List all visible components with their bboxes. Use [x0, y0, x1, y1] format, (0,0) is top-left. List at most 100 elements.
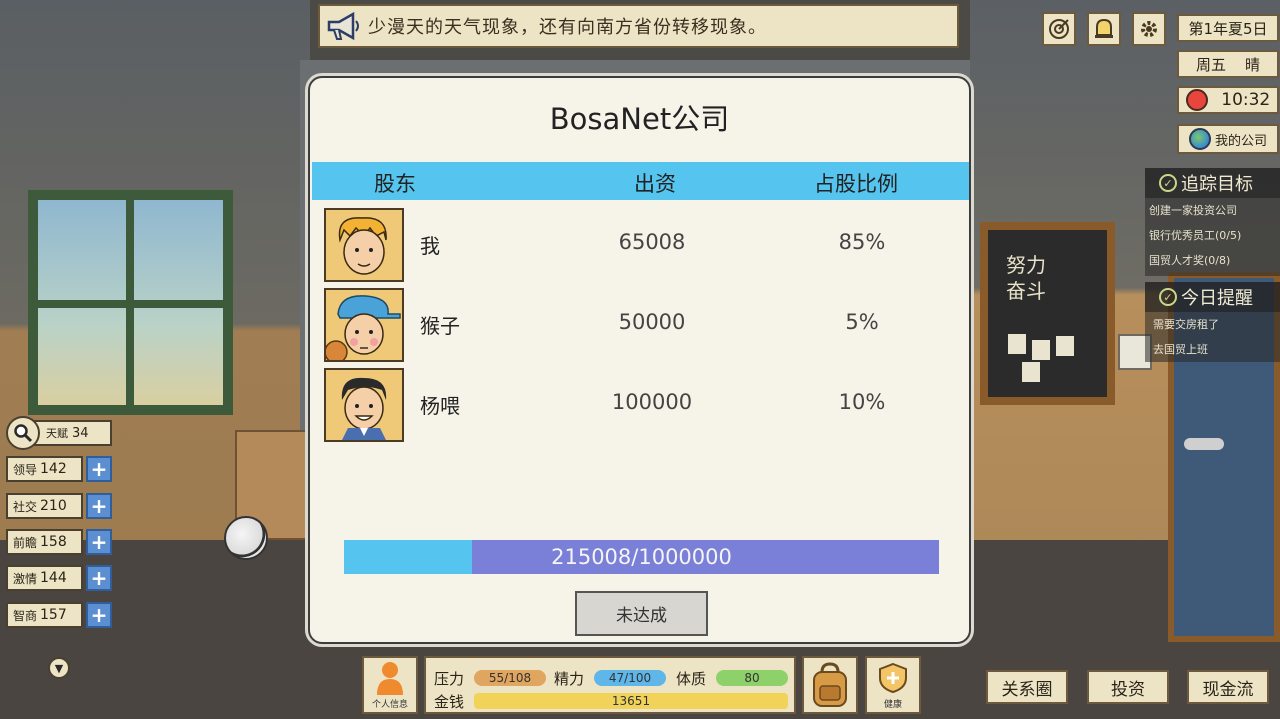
talent-label: 天赋: [46, 427, 68, 440]
shareholder-ratio: 5%: [845, 310, 879, 334]
person-icon: [377, 662, 403, 695]
backpack-button[interactable]: [802, 656, 858, 714]
health-button[interactable]: 健康: [865, 656, 921, 714]
tracking-goals-title: 追踪目标: [1181, 174, 1253, 195]
vitals-panel: 压力 55/108 精力 47/100 体质 80 金钱 13651: [424, 656, 796, 714]
money-label: 金钱: [434, 693, 465, 711]
pressure-label: 压力: [434, 670, 465, 688]
door-handle: [1184, 438, 1224, 450]
shareholder-ratio: 85%: [838, 230, 886, 254]
reminder-item: 去国贸上班: [1153, 343, 1208, 356]
news-text: 少漫天的天气现象，还有向南方省份转移现象。: [368, 17, 767, 38]
motivation-board: 努力 奋斗: [980, 222, 1115, 405]
target-icon: [1049, 19, 1069, 39]
alarm-clock-icon: [1185, 89, 1208, 111]
megaphone-icon: [320, 6, 368, 46]
funding-progress-bar: 215008/1000000: [344, 540, 939, 574]
stat-value: 158: [40, 534, 67, 550]
funding-progress-text: 215008/1000000: [551, 545, 732, 569]
increase-leadership-button[interactable]: +: [86, 456, 112, 482]
shareholder-row: 我 65008 85%: [310, 204, 969, 282]
avatar-yang: [324, 368, 404, 442]
shareholder-row: 杨喂 100000 10%: [310, 364, 969, 442]
gear-icon: [1141, 21, 1157, 37]
stat-label: 激情: [13, 571, 38, 586]
shareholder-capital: 50000: [618, 310, 686, 334]
room-window: [28, 190, 233, 415]
stat-value: 142: [40, 461, 67, 477]
clock-display: 10:32: [1177, 86, 1279, 114]
stat-social: 社交 210 +: [6, 492, 112, 520]
shareholder-name: 杨喂: [420, 394, 460, 418]
relations-button[interactable]: 关系圈: [986, 670, 1068, 704]
stat-passion: 激情 144 +: [6, 564, 112, 592]
increase-passion-button[interactable]: +: [86, 565, 112, 591]
stat-value: 157: [40, 607, 67, 623]
reminder-item: 需要交房租了: [1153, 318, 1219, 331]
stat-iq: 智商 157 +: [6, 601, 112, 629]
header-ratio: 占股比例: [814, 172, 898, 196]
talent-stat[interactable]: 天赋 34: [6, 416, 112, 450]
globe-icon: [1188, 128, 1211, 150]
health-label: 健康: [883, 700, 902, 710]
tracking-goals-panel: ✓ 追踪目标 创建一家投资公司 银行优秀员工(0/5) 国贸人才奖(0/8): [1145, 168, 1280, 276]
chevron-down-icon[interactable]: ▼: [48, 657, 70, 679]
increase-social-button[interactable]: +: [86, 493, 112, 519]
soccer-ball: [224, 516, 268, 560]
news-ticker: 少漫天的天气现象，还有向南方省份转移现象。: [318, 4, 959, 48]
profile-button[interactable]: 个人信息: [362, 656, 418, 714]
increase-foresight-button[interactable]: +: [86, 529, 112, 555]
magnifier-icon: [6, 416, 40, 450]
profile-label: 个人信息: [371, 700, 408, 710]
not-reached-button[interactable]: 未达成: [575, 591, 708, 636]
stat-label: 前瞻: [13, 535, 38, 550]
tracking-goals-header[interactable]: ✓ 追踪目标: [1145, 168, 1280, 198]
physique-pill: 80: [716, 670, 788, 686]
weekday-weather: 周五 晴: [1177, 50, 1279, 78]
pressure-pill: 55/108: [474, 670, 546, 686]
backpack-icon: [813, 662, 847, 707]
today-reminder-title: 今日提醒: [1181, 288, 1253, 309]
weekday-weather-text: 周五 晴: [1195, 55, 1261, 74]
shareholder-capital: 65008: [618, 230, 686, 254]
shareholder-ratio: 10%: [838, 390, 886, 414]
notification-button[interactable]: [1087, 12, 1121, 46]
bell-icon: [1095, 18, 1113, 38]
stat-value: 144: [40, 570, 67, 586]
tracking-goal-item: 国贸人才奖(0/8): [1149, 254, 1231, 267]
stat-value: 210: [40, 498, 67, 514]
avatar-me: [324, 208, 404, 282]
physique-label: 体质: [676, 670, 707, 688]
stat-label: 社交: [13, 499, 38, 514]
energy-label: 精力: [554, 670, 585, 688]
today-reminder-header[interactable]: ✓ 今日提醒: [1145, 282, 1280, 312]
company-title: BosaNet公司: [549, 102, 730, 136]
stat-leadership: 领导 142 +: [6, 455, 112, 483]
settings-button[interactable]: [1132, 12, 1166, 46]
stat-label: 智商: [13, 608, 38, 623]
time-text: 10:32: [1221, 90, 1271, 110]
date-display: 第1年夏5日: [1177, 14, 1279, 42]
my-company-label: 我的公司: [1214, 133, 1267, 149]
cashflow-button[interactable]: 现金流: [1187, 670, 1269, 704]
shareholder-row: 猴子 50000 5%: [310, 284, 969, 362]
board-text: 努力 奋斗: [1006, 253, 1046, 303]
company-shareholders-dialog: BosaNet公司 股东 出资 占股比例 我 65008 85% 猴子 5000…: [308, 76, 971, 644]
header-capital: 出资: [634, 172, 676, 196]
money-value: 13651: [474, 693, 788, 709]
check-icon: ✓: [1159, 288, 1177, 306]
invest-button[interactable]: 投资: [1087, 670, 1169, 704]
tracking-goal-item: 创建一家投资公司: [1149, 204, 1237, 217]
tracking-goal-item: 银行优秀员工(0/5): [1149, 229, 1242, 242]
shareholder-name: 我: [420, 234, 440, 258]
check-icon: ✓: [1159, 174, 1177, 192]
stat-label: 领导: [13, 462, 38, 477]
header-shareholder: 股东: [374, 172, 416, 196]
avatar-monkey: [324, 288, 404, 362]
today-reminder-panel: ✓ 今日提醒 需要交房租了 去国贸上班: [1145, 282, 1280, 362]
my-company-button[interactable]: 我的公司: [1177, 124, 1279, 154]
shareholder-table-header: 股东 出资 占股比例: [312, 162, 969, 200]
shareholder-name: 猴子: [420, 314, 460, 338]
target-button[interactable]: [1042, 12, 1076, 46]
increase-iq-button[interactable]: +: [86, 602, 112, 628]
